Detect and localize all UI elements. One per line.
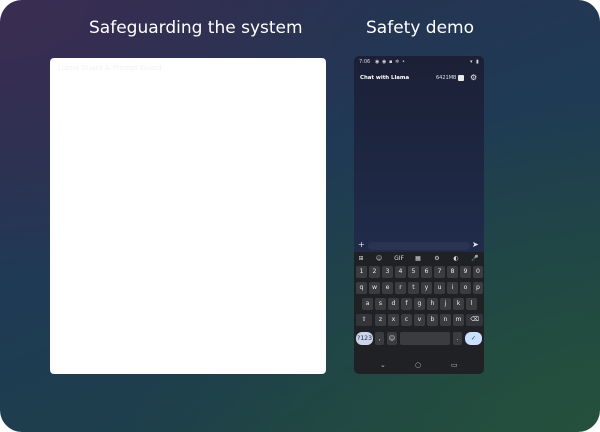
key-m[interactable]: m: [453, 314, 464, 326]
space-bar[interactable]: [400, 332, 450, 345]
emoji-key[interactable]: ☺: [387, 332, 397, 345]
app-bar: Chat with Llama 6421MB ⚙: [354, 72, 484, 86]
key-7[interactable]: 7: [434, 266, 445, 278]
key-3[interactable]: 3: [382, 266, 393, 278]
alert-icon: ◉: [375, 59, 380, 65]
back-icon[interactable]: ⌄: [380, 361, 386, 369]
comma-key[interactable]: ,: [375, 332, 384, 345]
clipboard-icon[interactable]: ▦: [411, 254, 425, 264]
key-g[interactable]: g: [414, 298, 425, 310]
key-h[interactable]: h: [427, 298, 438, 310]
key-y[interactable]: y: [421, 282, 432, 294]
model-chip-icon[interactable]: [458, 75, 464, 81]
wifi-icon: ▾: [470, 59, 473, 65]
battery-icon: ▮: [476, 59, 479, 65]
key-9[interactable]: 9: [460, 266, 471, 278]
key-a[interactable]: a: [362, 298, 373, 310]
send-icon[interactable]: ➤: [472, 240, 479, 249]
keyboard-settings-icon[interactable]: ⚙: [430, 254, 444, 264]
theme-icon[interactable]: ◐: [449, 254, 463, 264]
recents-icon[interactable]: ▭: [451, 361, 458, 369]
backspace-key[interactable]: ⌫: [466, 314, 483, 326]
key-q[interactable]: q: [356, 282, 367, 294]
phone-screen: 7:06 ◉ ◉ ▪ ✲ • ▾ ▮ Chat with Llama 6421M…: [354, 56, 484, 374]
key-5[interactable]: 5: [408, 266, 419, 278]
key-v[interactable]: v: [414, 314, 425, 326]
settings-icon: ✲: [395, 59, 400, 65]
symbols-key[interactable]: ?123: [356, 332, 373, 345]
key-1[interactable]: 1: [356, 266, 367, 278]
key-4[interactable]: 4: [395, 266, 406, 278]
message-input[interactable]: [368, 242, 470, 250]
key-x[interactable]: x: [388, 314, 399, 326]
home-icon[interactable]: ○: [415, 361, 421, 369]
key-r[interactable]: r: [395, 282, 406, 294]
shift-key[interactable]: ⇧: [356, 314, 372, 326]
key-w[interactable]: w: [369, 282, 380, 294]
key-8[interactable]: 8: [447, 266, 458, 278]
key-6[interactable]: 6: [421, 266, 432, 278]
key-z[interactable]: z: [375, 314, 386, 326]
message-icon: ▪: [389, 59, 393, 65]
chat-icon: ◉: [382, 59, 387, 65]
status-time: 7:06: [359, 59, 371, 65]
key-f[interactable]: f: [401, 298, 412, 310]
right-title: Safety demo: [366, 18, 474, 38]
memory-label: 6421MB: [436, 75, 457, 81]
key-l[interactable]: l: [466, 298, 477, 310]
microphone-icon[interactable]: 🎤: [468, 254, 482, 264]
keyboard-toolbar: ⊞ ☺ GIF ▦ ⚙ ◐ 🎤: [354, 254, 484, 264]
key-p[interactable]: p: [473, 282, 483, 294]
key-d[interactable]: d: [388, 298, 399, 310]
apps-grid-icon[interactable]: ⊞: [354, 254, 368, 264]
status-bar: 7:06 ◉ ◉ ▪ ✲ • ▾ ▮: [359, 59, 479, 68]
key-u[interactable]: u: [434, 282, 445, 294]
key-s[interactable]: s: [375, 298, 386, 310]
key-t[interactable]: t: [408, 282, 419, 294]
key-n[interactable]: n: [440, 314, 451, 326]
key-j[interactable]: j: [440, 298, 451, 310]
keyboard: ⊞ ☺ GIF ▦ ⚙ ◐ 🎤 1 2 3 4 5 6 7 8 9 0 q w …: [354, 252, 484, 358]
key-0[interactable]: 0: [473, 266, 483, 278]
enter-key[interactable]: ✓: [465, 332, 482, 345]
key-k[interactable]: k: [453, 298, 464, 310]
key-b[interactable]: b: [427, 314, 438, 326]
panel-faint-text: Llama Guard & Prompt Guard: [58, 64, 162, 72]
left-title: Safeguarding the system: [89, 18, 303, 38]
gif-button[interactable]: GIF: [392, 254, 406, 264]
add-button[interactable]: +: [358, 240, 365, 249]
chat-input-bar: + ➤: [354, 240, 484, 252]
period-key[interactable]: .: [453, 332, 462, 345]
key-2[interactable]: 2: [369, 266, 380, 278]
slide: Safeguarding the system Safety demo Llam…: [0, 0, 600, 432]
gear-icon[interactable]: ⚙: [470, 73, 477, 82]
key-o[interactable]: o: [460, 282, 471, 294]
dot-icon: •: [402, 59, 405, 65]
key-i[interactable]: i: [447, 282, 458, 294]
key-c[interactable]: c: [401, 314, 412, 326]
system-nav-bar: ⌄ ○ ▭: [354, 358, 484, 374]
content-panel: Llama Guard & Prompt Guard: [50, 58, 326, 374]
key-e[interactable]: e: [382, 282, 393, 294]
app-title: Chat with Llama: [360, 75, 410, 81]
sticker-icon[interactable]: ☺: [372, 254, 386, 264]
